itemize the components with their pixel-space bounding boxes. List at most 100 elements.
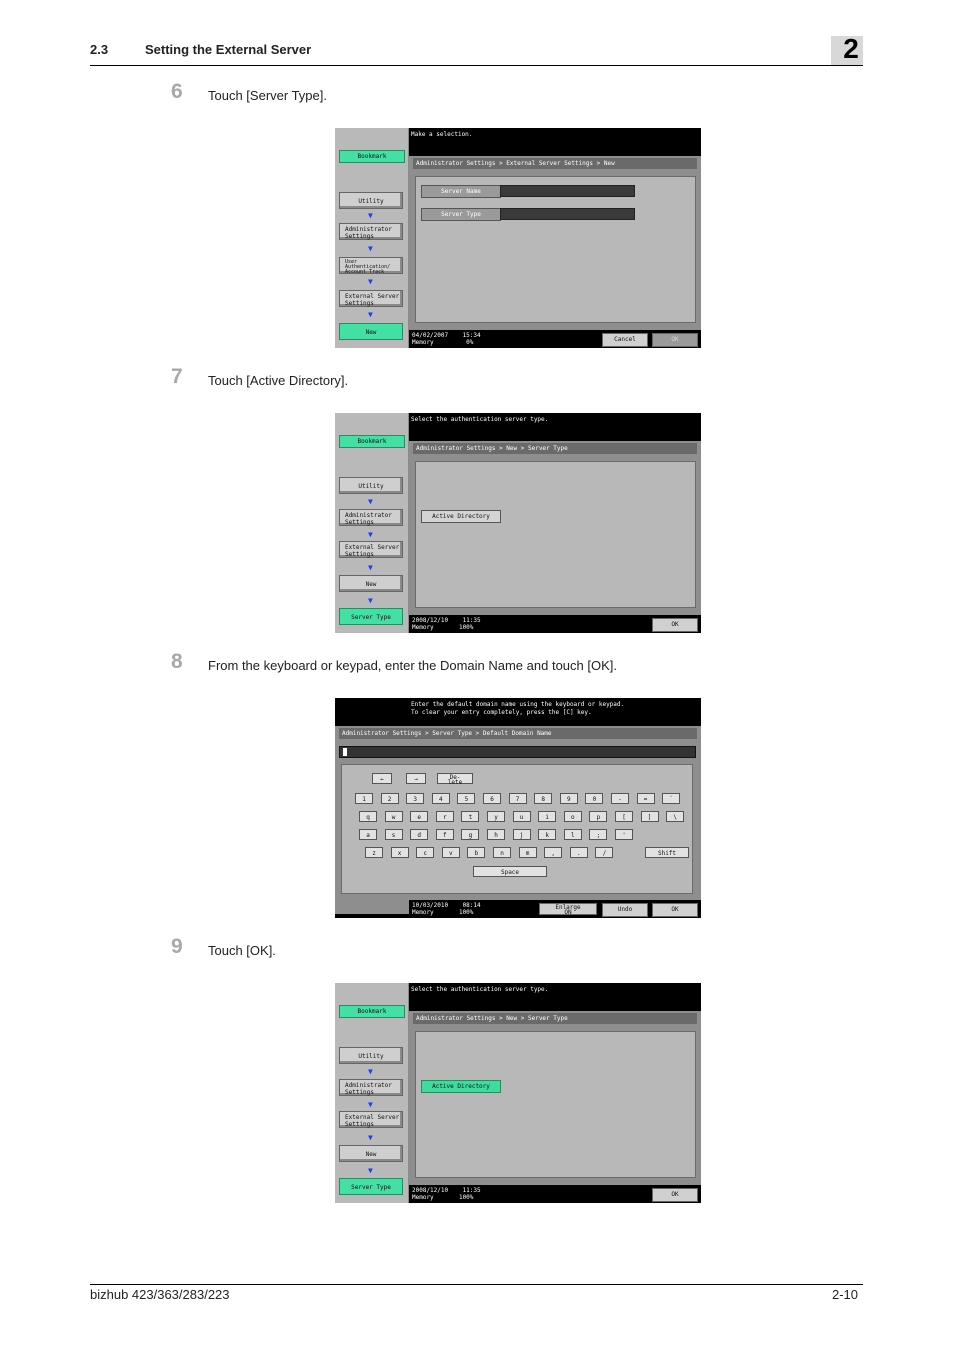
screen-server-type-selected: Bookmark Utility ▼ Administrator Setting… xyxy=(335,983,701,1203)
active-directory-button[interactable]: Active Directory xyxy=(421,1080,501,1093)
keyboard-key[interactable]: 8 xyxy=(534,793,553,804)
keyboard-key[interactable]: q xyxy=(359,811,377,822)
keyboard-key[interactable]: v xyxy=(441,847,460,858)
keyboard-key[interactable]: c xyxy=(416,847,435,858)
keyboard-key[interactable]: b xyxy=(467,847,486,858)
keyboard-key[interactable]: u xyxy=(512,811,531,822)
nav-utility[interactable]: Utility xyxy=(339,192,403,209)
step-number: 8 xyxy=(171,650,183,673)
footer-divider xyxy=(90,1284,863,1285)
down-arrow-icon: ▼ xyxy=(368,530,373,539)
keyboard-key[interactable]: n xyxy=(493,847,511,858)
down-arrow-icon: ▼ xyxy=(368,1166,373,1175)
nav-administrator-settings[interactable]: Administrator Settings xyxy=(339,1079,403,1096)
keyboard-key[interactable]: p xyxy=(589,811,608,822)
keyboard-key[interactable]: , xyxy=(544,847,563,858)
screen-server-type-select: Bookmark Utility ▼ Administrator Setting… xyxy=(335,413,701,633)
nav-utility[interactable]: Utility xyxy=(339,1047,403,1064)
active-directory-button[interactable]: Active Directory xyxy=(421,510,501,523)
nav-utility[interactable]: Utility xyxy=(339,477,403,494)
screen-server-settings: Bookmark Utility ▼ Administrator Setting… xyxy=(335,128,701,348)
status-bar: 10/03/2010 08:14 Memory 100% Enlarge ON … xyxy=(409,900,701,918)
keyboard-key[interactable]: t xyxy=(461,811,480,822)
keyboard-key[interactable]: x xyxy=(390,847,409,858)
keyboard-key[interactable]: y xyxy=(487,811,505,822)
cancel-button[interactable]: Cancel xyxy=(602,333,648,347)
nav-administrator-settings[interactable]: Administrator Settings xyxy=(339,223,403,240)
down-arrow-icon: ▼ xyxy=(368,497,373,506)
keyboard-key[interactable]: g xyxy=(461,829,480,840)
breadcrumb: Administrator Settings > External Server… xyxy=(413,158,697,169)
keyboard-key[interactable]: k xyxy=(538,829,557,840)
server-type-button[interactable]: Server Type xyxy=(421,208,501,221)
keyboard-key[interactable]: o xyxy=(563,811,582,822)
bookmark-button[interactable]: Bookmark xyxy=(339,150,405,163)
keyboard-key[interactable]: 6 xyxy=(483,793,501,804)
nav-external-server-settings[interactable]: External Server Settings xyxy=(339,1111,403,1128)
keyboard-key[interactable]: d xyxy=(410,829,429,840)
keyboard-key[interactable]: [ xyxy=(615,811,633,822)
step-text: Touch [Active Directory]. xyxy=(208,373,349,388)
keyboard-key[interactable]: - xyxy=(611,793,629,804)
keyboard-key[interactable]: / xyxy=(595,847,614,858)
keyboard-key[interactable]: m xyxy=(518,847,537,858)
server-name-button[interactable]: Server Name xyxy=(421,185,501,198)
keyboard-key[interactable]: h xyxy=(487,829,505,840)
down-arrow-icon: ▼ xyxy=(368,244,373,253)
status-datetime: 04/02/2007 15:34 xyxy=(412,332,481,339)
keyboard-key[interactable]: ] xyxy=(640,811,659,822)
domain-name-input[interactable] xyxy=(339,746,696,758)
nav-new[interactable]: New xyxy=(339,575,403,592)
nav-administrator-settings[interactable]: Administrator Settings xyxy=(339,509,403,526)
keyboard-key[interactable]: \ xyxy=(666,811,685,822)
space-key[interactable]: Space xyxy=(473,866,547,877)
nav-server-type[interactable]: Server Type xyxy=(339,1178,403,1195)
bookmark-button[interactable]: Bookmark xyxy=(339,1005,405,1018)
keyboard-key[interactable]: 0 xyxy=(585,793,604,804)
keyboard-key[interactable]: = xyxy=(636,793,655,804)
bookmark-button[interactable]: Bookmark xyxy=(339,435,405,448)
keyboard-key[interactable]: f xyxy=(435,829,454,840)
ok-button[interactable]: OK xyxy=(652,903,698,917)
keyboard-key[interactable]: ; xyxy=(589,829,608,840)
keyboard-key[interactable]: a xyxy=(359,829,377,840)
keyboard-key[interactable]: s xyxy=(384,829,403,840)
keyboard-key[interactable]: ' xyxy=(615,829,633,840)
shift-key[interactable]: Shift xyxy=(645,847,689,858)
step-text: From the keyboard or keypad, enter the D… xyxy=(208,658,617,673)
keyboard-key[interactable]: z xyxy=(365,847,383,858)
keyboard-key[interactable]: 2 xyxy=(380,793,399,804)
keyboard-key[interactable]: l xyxy=(563,829,582,840)
keyboard-key[interactable]: i xyxy=(538,811,557,822)
ok-button[interactable]: OK xyxy=(652,618,698,632)
main-panel: Administrator Settings > External Server… xyxy=(409,156,701,344)
main-panel: Administrator Settings > New > Server Ty… xyxy=(409,441,701,629)
nav-new[interactable]: New xyxy=(339,1145,403,1162)
ok-button[interactable]: OK xyxy=(652,1188,698,1202)
cursor-left-key[interactable]: ← xyxy=(372,773,392,784)
keyboard-key[interactable]: ` xyxy=(662,793,681,804)
delete-key[interactable]: De- lete xyxy=(437,773,473,786)
keyboard-key[interactable]: 5 xyxy=(457,793,476,804)
keyboard-key[interactable]: 7 xyxy=(508,793,527,804)
nav-external-server-settings[interactable]: External Server Settings xyxy=(339,541,403,558)
nav-server-type[interactable]: Server Type xyxy=(339,608,403,625)
nav-external-server-settings[interactable]: External Server Settings xyxy=(339,290,403,307)
undo-button[interactable]: Undo xyxy=(602,903,648,917)
keyboard-key[interactable]: . xyxy=(569,847,588,858)
enlarge-button[interactable]: Enlarge ON xyxy=(539,903,597,916)
keyboard-key[interactable]: 4 xyxy=(431,793,450,804)
cursor-right-key[interactable]: → xyxy=(406,773,426,784)
keyboard-key[interactable]: 3 xyxy=(406,793,425,804)
section-number: 2.3 xyxy=(90,42,109,57)
keyboard-key[interactable]: 9 xyxy=(559,793,578,804)
nav-user-authentication[interactable]: User Authentication/ Account Track xyxy=(339,257,403,275)
keyboard-key[interactable]: e xyxy=(410,811,429,822)
keyboard-key[interactable]: 1 xyxy=(355,793,373,804)
keyboard-key[interactable]: r xyxy=(435,811,454,822)
nav-new[interactable]: New xyxy=(339,323,403,340)
keyboard-key[interactable]: j xyxy=(512,829,531,840)
keyboard-key[interactable]: w xyxy=(384,811,403,822)
settings-panel: Server Name Server Type xyxy=(415,176,696,323)
ok-button[interactable]: OK xyxy=(652,333,698,347)
